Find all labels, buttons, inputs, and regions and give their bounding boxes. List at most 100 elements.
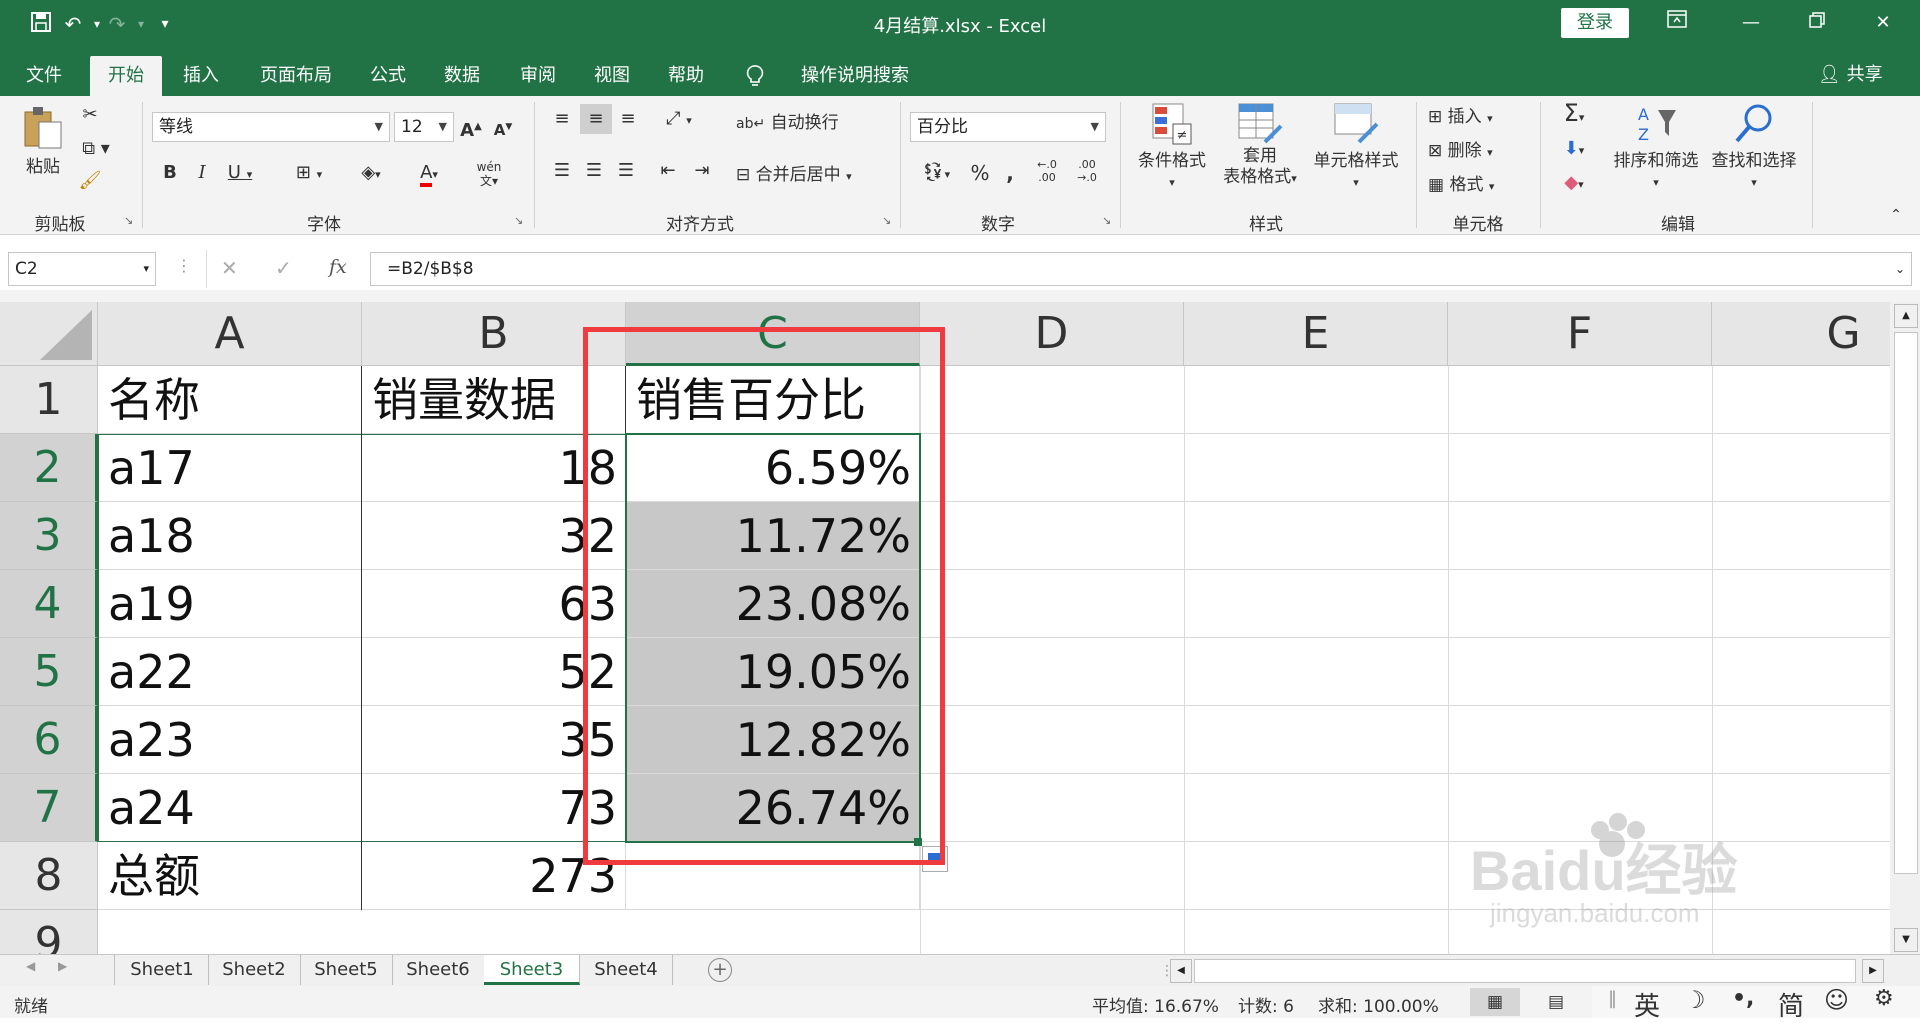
count-status[interactable]: 计数: 6 xyxy=(1238,992,1294,1017)
comma-style-button[interactable]: , xyxy=(1000,158,1020,188)
row-header-9[interactable]: 9 xyxy=(0,910,98,956)
scroll-thumb[interactable] xyxy=(1894,332,1918,874)
copy-icon[interactable]: ⧉ ▾ xyxy=(76,134,116,164)
login-button[interactable]: 登录 xyxy=(1561,8,1629,38)
page-layout-view-icon[interactable]: ▤ xyxy=(1536,988,1576,1016)
moon-icon[interactable]: ☽ xyxy=(1684,986,1706,1014)
select-all-button[interactable] xyxy=(0,302,98,366)
wrap-text-button[interactable]: ab↵ 自动换行 xyxy=(736,108,866,133)
column-header-f[interactable]: F xyxy=(1448,302,1712,366)
align-center-icon[interactable]: ☰ xyxy=(580,156,608,186)
column-header-b[interactable]: B xyxy=(362,302,626,366)
row-header-3[interactable]: 3 xyxy=(0,502,98,570)
row-header-5[interactable]: 5 xyxy=(0,638,98,706)
scroll-thumb[interactable] xyxy=(1194,959,1856,983)
scroll-right-icon[interactable]: ▶ xyxy=(1862,959,1884,983)
align-right-icon[interactable]: ☰ xyxy=(612,156,640,186)
underline-icon[interactable]: U ▾ xyxy=(222,158,258,188)
row-header-2[interactable]: 2 xyxy=(0,434,98,502)
emoji-icon[interactable]: ☺ xyxy=(1824,986,1849,1014)
cancel-icon[interactable]: ✕ xyxy=(221,256,238,280)
vertical-scrollbar[interactable]: ▲ ▼ xyxy=(1890,302,1920,954)
scroll-left-icon[interactable]: ◀ xyxy=(1170,959,1192,983)
tab-data[interactable]: 数据 xyxy=(430,56,494,96)
ime-english-mode[interactable]: 英 xyxy=(1634,986,1660,1023)
row-header-1[interactable]: 1 xyxy=(0,366,98,434)
cell-a6[interactable]: a23 xyxy=(98,706,362,774)
formula-input[interactable]: =B2/$B$8 ⌄ xyxy=(370,252,1912,286)
cell-c4[interactable]: 23.08% xyxy=(626,570,920,638)
bold-icon[interactable]: B xyxy=(158,158,182,188)
clipboard-launcher-icon[interactable]: ↘ xyxy=(124,214,133,227)
sheet-tab-sheet3[interactable]: Sheet3 xyxy=(484,955,580,985)
sum-status[interactable]: 求和: 100.00% xyxy=(1318,992,1439,1017)
expand-formula-icon[interactable]: ⌄ xyxy=(1895,253,1905,285)
ime-simplified-mode[interactable]: 简 xyxy=(1778,986,1804,1023)
decrease-decimal-icon[interactable]: .00 →.0 xyxy=(1070,158,1104,188)
row-header-8[interactable]: 8 xyxy=(0,842,98,910)
sheet-tab-sheet5[interactable]: Sheet5 xyxy=(300,955,393,985)
sheet-tab-sheet4[interactable]: Sheet4 xyxy=(580,955,673,985)
cell-c2[interactable]: 6.59% xyxy=(626,434,920,502)
share-button[interactable]: 👤︎ 共享 xyxy=(1818,60,1883,86)
column-header-d[interactable]: D xyxy=(920,302,1184,366)
format-painter-icon[interactable]: 🖌︎ xyxy=(76,166,104,196)
number-launcher-icon[interactable]: ↘ xyxy=(1102,214,1111,227)
next-sheet-icon[interactable]: ▶ xyxy=(58,959,67,973)
row-header-7[interactable]: 7 xyxy=(0,774,98,842)
punctuation-icon[interactable]: •, xyxy=(1732,986,1754,1011)
font-color-icon[interactable]: A▾ xyxy=(406,158,452,188)
sheet-tab-sheet6[interactable]: Sheet6 xyxy=(392,955,485,985)
tab-home[interactable]: 开始 xyxy=(90,56,162,96)
cell-b6[interactable]: 35 xyxy=(362,706,626,774)
italic-icon[interactable]: I xyxy=(190,158,214,188)
cell-c1[interactable]: 销售百分比 xyxy=(626,366,920,434)
cell-a2[interactable]: a17 xyxy=(98,434,362,502)
add-sheet-icon[interactable]: + xyxy=(708,958,732,982)
font-launcher-icon[interactable]: ↘ xyxy=(514,214,523,227)
shrink-font-icon[interactable]: A▼ xyxy=(490,112,516,142)
tab-review[interactable]: 审阅 xyxy=(506,56,570,96)
font-name-dropdown[interactable]: 等线 ▼ xyxy=(152,112,390,142)
sort-filter-button[interactable]: AZ 排序和筛选 ▾ xyxy=(1608,102,1704,191)
cell-a5[interactable]: a22 xyxy=(98,638,362,706)
tab-insert[interactable]: 插入 xyxy=(168,56,234,96)
tell-me-search[interactable]: 操作说明搜索 xyxy=(780,56,930,96)
horizontal-scrollbar[interactable]: ◀ ▶ xyxy=(1170,959,1890,983)
merge-center-button[interactable]: ⊟ 合并后居中 ▾ xyxy=(736,160,886,185)
column-header-a[interactable]: A xyxy=(98,302,362,366)
collapse-ribbon-icon[interactable]: ⌃ xyxy=(1884,200,1908,230)
cell-b8[interactable]: 273 xyxy=(362,842,626,910)
tab-formulas[interactable]: 公式 xyxy=(356,56,420,96)
prev-sheet-icon[interactable]: ◀ xyxy=(26,959,35,973)
restore-icon[interactable] xyxy=(1800,10,1834,36)
align-middle-icon[interactable]: ≡ xyxy=(580,104,612,134)
cell-b7[interactable]: 73 xyxy=(362,774,626,842)
alignment-launcher-icon[interactable]: ↘ xyxy=(882,214,891,227)
quick-analysis-icon[interactable] xyxy=(922,846,948,872)
accounting-format-icon[interactable]: 💱︎▾ xyxy=(912,158,960,188)
ribbon-display-icon[interactable] xyxy=(1660,10,1694,36)
insert-function-icon[interactable]: fx xyxy=(329,256,347,278)
percent-style-button[interactable]: % xyxy=(968,158,992,188)
borders-icon[interactable]: ⊞ ▾ xyxy=(286,158,332,188)
tab-view[interactable]: 视图 xyxy=(580,56,644,96)
cell-c7[interactable]: 26.74% xyxy=(626,774,920,842)
cell-b5[interactable]: 52 xyxy=(362,638,626,706)
cell-a7[interactable]: a24 xyxy=(98,774,362,842)
align-top-icon[interactable]: ≡ xyxy=(548,104,576,134)
conditional-formatting-button[interactable]: ≠ 条件格式 ▾ xyxy=(1130,102,1214,191)
cell-b4[interactable]: 63 xyxy=(362,570,626,638)
paste-button[interactable]: 粘贴 xyxy=(16,104,70,177)
column-header-g[interactable]: G xyxy=(1712,302,1890,366)
tab-help[interactable]: 帮助 xyxy=(654,56,718,96)
sheet-tab-sheet1[interactable]: Sheet1 xyxy=(116,955,209,985)
align-left-icon[interactable]: ☰ xyxy=(548,156,576,186)
decrease-indent-icon[interactable]: ⇤ xyxy=(654,156,682,186)
column-header-e[interactable]: E xyxy=(1184,302,1448,366)
scroll-down-icon[interactable]: ▼ xyxy=(1894,928,1918,952)
find-select-button[interactable]: 查找和选择 ▾ xyxy=(1706,102,1802,191)
cell-a1[interactable]: 名称 xyxy=(98,366,362,434)
clear-icon[interactable]: ◆▾ xyxy=(1552,168,1596,198)
tab-file[interactable]: 文件 xyxy=(14,56,74,96)
